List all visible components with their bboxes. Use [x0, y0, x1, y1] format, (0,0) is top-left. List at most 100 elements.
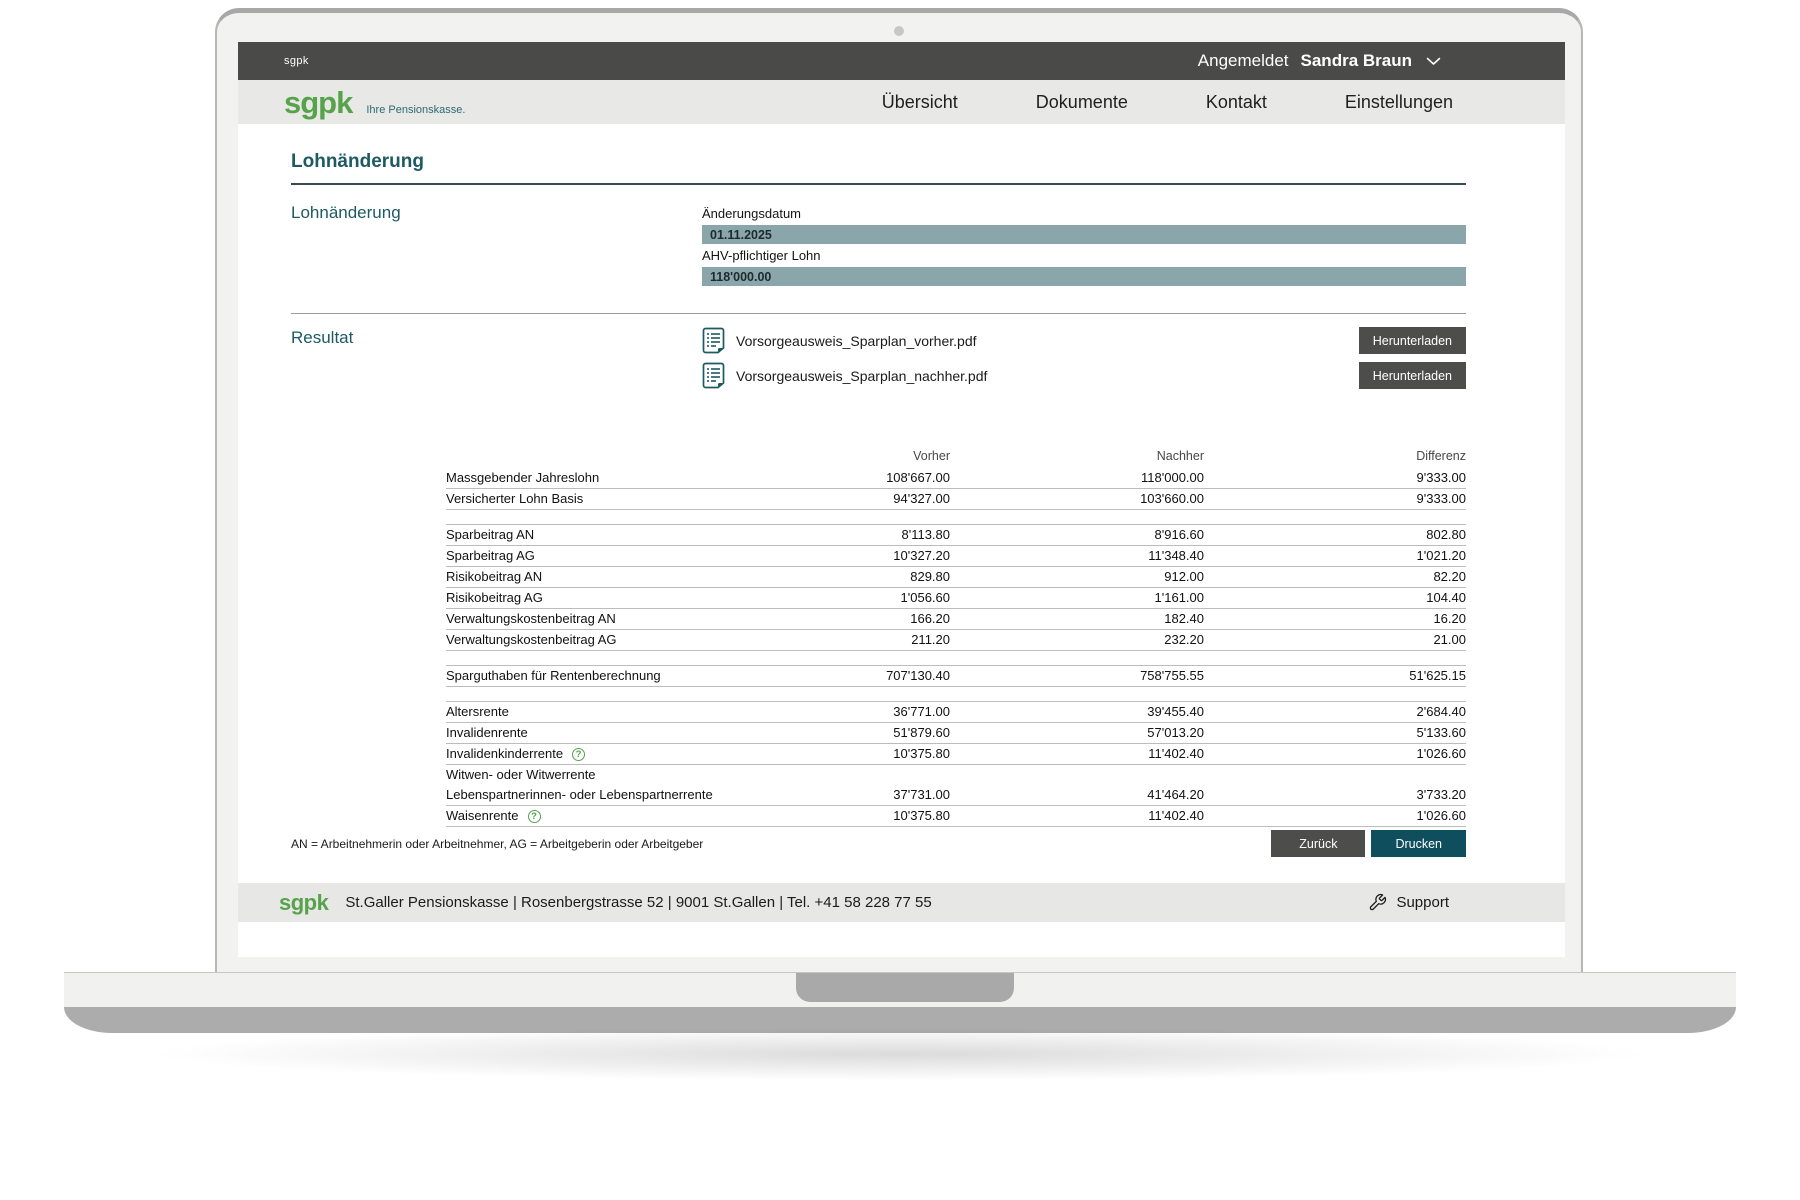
logo-text: sgpk	[284, 87, 352, 118]
cell-nachher: 39'455.40	[950, 704, 1204, 719]
table-spacer	[446, 651, 1466, 666]
file-name-vorher[interactable]: Vorsorgeausweis_Sparplan_vorher.pdf	[736, 333, 977, 349]
row-label-cell: Invalidenkinderrente?	[446, 746, 780, 761]
row-label-cell: Massgebender Jahreslohn	[446, 470, 780, 485]
aenderungsdatum-input[interactable]	[702, 225, 1466, 244]
cell-nachher: 11'402.40	[950, 746, 1204, 761]
cell-differenz: 21.00	[1204, 632, 1466, 647]
nav-item-uebersicht[interactable]: Übersicht	[882, 92, 958, 113]
cell-nachher: 8'916.60	[950, 527, 1204, 542]
nav-items: Übersicht Dokumente Kontakt Einstellunge…	[882, 92, 1453, 113]
laptop-base	[64, 972, 1736, 1033]
form-section: Lohnänderung Änderungsdatum AHV-pflichti…	[291, 202, 1466, 286]
table-row: Lebenspartnerinnen- oder Lebenspartnerre…	[446, 785, 1466, 806]
row-label-cell: Sparbeitrag AG	[446, 548, 780, 563]
table-spacer	[446, 510, 1466, 525]
actions-row: AN = Arbeitnehmerin oder Arbeitnehmer, A…	[291, 830, 1466, 857]
navbar: sgpk Ihre Pensionskasse. Übersicht Dokum…	[238, 80, 1565, 124]
cell-vorher: 10'375.80	[780, 746, 950, 761]
back-button[interactable]: Zurück	[1271, 830, 1365, 857]
download-button-vorher[interactable]: Herunterladen	[1359, 327, 1466, 354]
laptop-shadow	[120, 1026, 1680, 1082]
cell-vorher: 51'879.60	[780, 725, 950, 740]
help-icon[interactable]: ?	[572, 748, 585, 761]
nav-item-dokumente[interactable]: Dokumente	[1036, 92, 1128, 113]
cell-vorher: 10'327.20	[780, 548, 950, 563]
row-label: Sparbeitrag AG	[446, 548, 535, 563]
cell-nachher: 41'464.20	[950, 787, 1204, 802]
cell-nachher: 57'013.20	[950, 725, 1204, 740]
user-menu[interactable]: Angemeldet Sandra Braun	[1198, 51, 1441, 71]
row-label-cell: Lebenspartnerinnen- oder Lebenspartnerre…	[446, 787, 780, 802]
download-button-nachher[interactable]: Herunterladen	[1359, 362, 1466, 389]
table-row: Altersrente36'771.0039'455.402'684.40	[446, 702, 1466, 723]
footer-address: St.Galler Pensionskasse | Rosenbergstras…	[345, 894, 931, 911]
nav-item-einstellungen[interactable]: Einstellungen	[1345, 92, 1453, 113]
col-header-differenz: Differenz	[1204, 449, 1466, 463]
cell-vorher: 8'113.80	[780, 527, 950, 542]
laptop-deck	[64, 972, 1736, 1007]
row-label: Sparguthaben für Rentenberechnung	[446, 668, 661, 683]
row-label: Massgebender Jahreslohn	[446, 470, 599, 485]
cell-vorher: 1'056.60	[780, 590, 950, 605]
table-row: Risikobeitrag AN829.80912.0082.20	[446, 567, 1466, 588]
cell-differenz: 9'333.00	[1204, 491, 1466, 506]
footer: sgpk St.Galler Pensionskasse | Rosenberg…	[238, 883, 1565, 922]
print-button[interactable]: Drucken	[1371, 830, 1466, 857]
table-row: Massgebender Jahreslohn108'667.00118'000…	[446, 468, 1466, 489]
row-label-cell: Altersrente	[446, 704, 780, 719]
cell-differenz: 2'684.40	[1204, 704, 1466, 719]
ahv-lohn-input[interactable]	[702, 267, 1466, 286]
logo[interactable]: sgpk Ihre Pensionskasse.	[284, 87, 465, 118]
cell-nachher: 912.00	[950, 569, 1204, 584]
field-label-aenderungsdatum: Änderungsdatum	[702, 206, 1466, 222]
row-label-cell: Waisenrente?	[446, 808, 780, 823]
cell-differenz: 9'333.00	[1204, 470, 1466, 485]
row-label-cell: Verwaltungskostenbeitrag AG	[446, 632, 780, 647]
file-name-nachher[interactable]: Vorsorgeausweis_Sparplan_nachher.pdf	[736, 368, 987, 384]
cell-vorher: 166.20	[780, 611, 950, 626]
cell-differenz: 1'021.20	[1204, 548, 1466, 563]
row-label-cell: Sparguthaben für Rentenberechnung	[446, 668, 780, 683]
form-section-label: Lohnänderung	[291, 202, 702, 223]
nav-item-kontakt[interactable]: Kontakt	[1206, 92, 1267, 113]
row-label: Witwen- oder Witwerrente	[446, 767, 596, 782]
row-label-cell: Verwaltungskostenbeitrag AN	[446, 611, 780, 626]
row-label: Lebenspartnerinnen- oder Lebenspartnerre…	[446, 787, 713, 802]
logo-tagline: Ihre Pensionskasse.	[366, 104, 465, 116]
support-link[interactable]: Support	[1368, 893, 1449, 912]
cell-nachher: 11'348.40	[950, 548, 1204, 563]
cell-nachher: 11'402.40	[950, 808, 1204, 823]
cell-vorher: 37'731.00	[780, 787, 950, 802]
app-window: sgpk Angemeldet Sandra Braun sgpk Ihre P…	[238, 42, 1565, 957]
laptop-notch	[796, 973, 1014, 1002]
cell-differenz: 1'026.60	[1204, 746, 1466, 761]
cell-vorher: 36'771.00	[780, 704, 950, 719]
row-label-cell: Witwen- oder Witwerrente	[446, 767, 780, 782]
table-row: Verwaltungskostenbeitrag AN166.20182.401…	[446, 609, 1466, 630]
main-content: Lohnänderung Lohnänderung Änderungsdatum…	[238, 124, 1565, 883]
page-title: Lohnänderung	[291, 150, 1466, 174]
chevron-down-icon	[1426, 57, 1441, 66]
cell-nachher: 118'000.00	[950, 470, 1204, 485]
row-label: Invalidenkinderrente	[446, 746, 563, 761]
title-rule	[291, 183, 1466, 185]
cell-differenz: 16.20	[1204, 611, 1466, 626]
cell-vorher: 10'375.80	[780, 808, 950, 823]
help-icon[interactable]: ?	[528, 810, 541, 823]
cell-vorher: 94'327.00	[780, 491, 950, 506]
row-label-cell: Risikobeitrag AG	[446, 590, 780, 605]
cell-nachher: 232.20	[950, 632, 1204, 647]
table-row: Verwaltungskostenbeitrag AG211.20232.202…	[446, 630, 1466, 651]
result-table: Vorher Nachher Differenz Massgebender Ja…	[446, 447, 1466, 827]
row-label: Waisenrente	[446, 808, 519, 823]
result-section: Resultat Vorsorgeausweis_Sparplan	[291, 327, 1466, 397]
row-label: Invalidenrente	[446, 725, 528, 740]
table-row: Risikobeitrag AG1'056.601'161.00104.40	[446, 588, 1466, 609]
table-row: Witwen- oder Witwerrente	[446, 765, 1466, 785]
cell-vorher: 829.80	[780, 569, 950, 584]
row-label-cell: Sparbeitrag AN	[446, 527, 780, 542]
section-divider	[291, 313, 1466, 314]
cell-nachher: 182.40	[950, 611, 1204, 626]
wrench-icon	[1368, 893, 1387, 912]
